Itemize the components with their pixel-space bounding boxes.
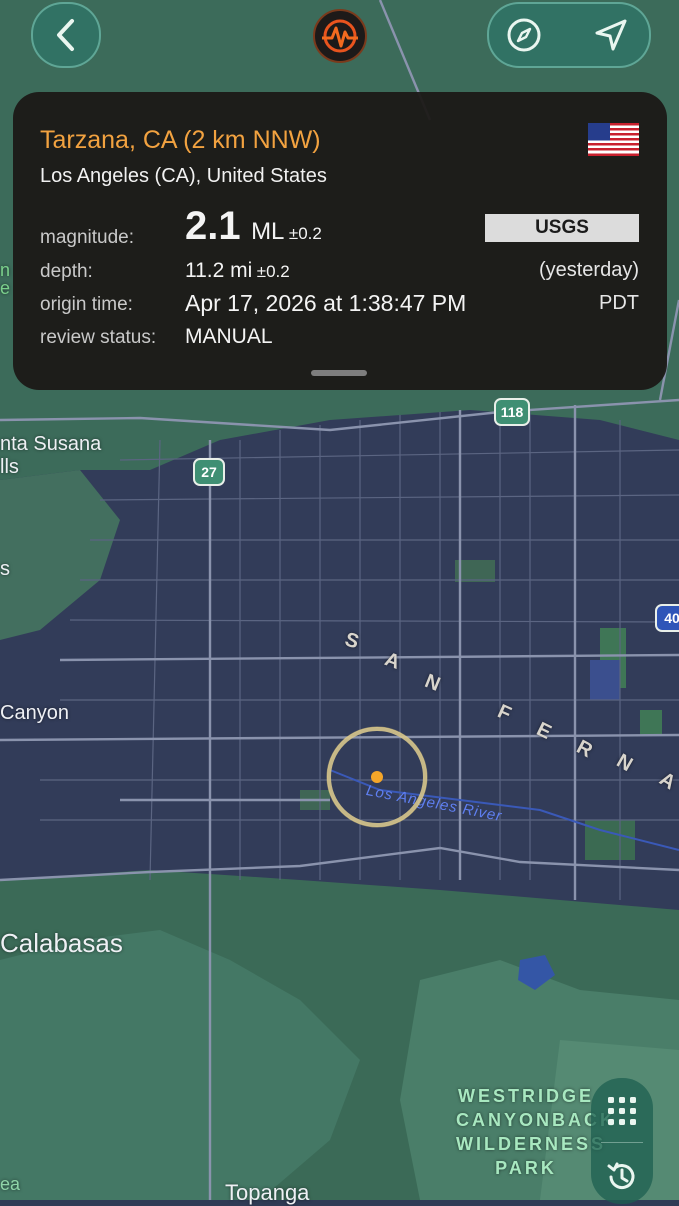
controls-divider	[601, 1142, 643, 1143]
us-flag-icon	[588, 123, 639, 156]
highway-shield-405: 40	[655, 604, 679, 632]
magnitude-value: 2.1 ML ±0.2	[185, 204, 322, 249]
compass-icon[interactable]	[504, 15, 544, 55]
relative-time: (yesterday)	[538, 259, 639, 281]
depth-value: 11.2 mi ±0.2	[185, 259, 290, 283]
back-button[interactable]	[31, 2, 101, 68]
map-label-calabasas: Calabasas	[0, 928, 123, 958]
history-icon[interactable]	[605, 1160, 639, 1194]
highway-shield-27: 27	[193, 458, 225, 486]
map-label-topanga: Topanga	[225, 1180, 310, 1205]
origin-time-value: Apr 17, 2026 at 1:38:47 PM	[185, 290, 467, 316]
park-name-line-3: WILDERNESS	[456, 1134, 607, 1154]
epicenter-marker[interactable]	[322, 722, 432, 832]
map-label-edge-3: s	[0, 558, 10, 580]
depth-number: 11.2 mi	[185, 259, 253, 282]
park-name-line-2: CANYONBACK	[456, 1110, 616, 1130]
earthquake-info-card[interactable]: Tarzana, CA (2 km NNW) Los Angeles (CA),…	[13, 92, 667, 390]
highway-shield-118: 118	[494, 398, 530, 426]
park-name-line-4: PARK	[495, 1158, 557, 1178]
map-label-edge-4: ea	[0, 1174, 21, 1194]
drag-handle[interactable]	[311, 370, 367, 376]
grid-icon[interactable]	[605, 1094, 639, 1128]
seismograph-icon	[313, 9, 367, 63]
region-subtitle: Los Angeles (CA), United States	[40, 165, 327, 187]
source-badge[interactable]: USGS	[485, 214, 639, 242]
review-status-label: review status:	[40, 327, 157, 348]
origin-time-label: origin time:	[40, 294, 133, 315]
park-name-line-1: WESTRIDGE	[457, 1086, 594, 1106]
map-label-edge-2: e	[0, 278, 11, 298]
chevron-left-icon	[57, 19, 74, 51]
magnitude-type: ML	[251, 218, 285, 245]
app-logo	[312, 8, 368, 64]
location-arrow-icon[interactable]	[591, 15, 631, 55]
map-label-santa-susana: nta Susana	[0, 433, 102, 455]
map-label-santa-susana-hills: lls	[0, 456, 19, 478]
map-tools-group	[487, 2, 651, 68]
magnitude-label: magnitude:	[40, 227, 135, 248]
timezone: PDT	[599, 292, 639, 314]
epicenter-dot	[371, 771, 383, 783]
magnitude-number: 2.1	[185, 204, 241, 248]
review-status-value: MANUAL	[185, 325, 273, 348]
map-controls-panel	[591, 1078, 653, 1204]
magnitude-error: ±0.2	[288, 224, 322, 243]
map-label-canyon: Canyon	[0, 702, 69, 724]
map-label-park: WESTRIDGE CANYONBACK WILDERNESS PARK	[456, 1084, 616, 1180]
depth-error: ±0.2	[256, 262, 290, 281]
depth-label: depth:	[40, 261, 93, 282]
place-title: Tarzana, CA (2 km NNW)	[40, 126, 321, 154]
